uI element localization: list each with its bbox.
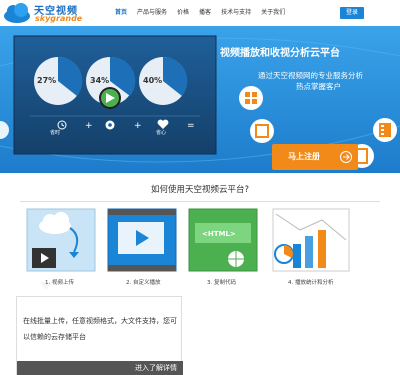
page: 天空视频 skygrande 首页 产品与服务 价格 播客 技术与支持 关于我们… xyxy=(0,0,400,375)
step4-card[interactable] xyxy=(272,208,350,272)
step2-card[interactable] xyxy=(107,208,177,272)
html-tag-label: <HTML> xyxy=(202,230,236,238)
step-detail-callout: 在线批量上传，任意视频格式，大文件支持，您可以信赖的云存储平台 进入了解详情 xyxy=(16,296,183,375)
step2-label: 2. 自定义播放 xyxy=(126,280,161,286)
callout-text: 在线批量上传，任意视频格式，大文件支持，您可以信赖的云存储平台 xyxy=(23,317,177,341)
step3-label: 3. 复制代码 xyxy=(207,280,236,286)
learn-more-link[interactable]: 进入了解详情 xyxy=(135,363,177,373)
step4-label: 4. 播放统计和分析 xyxy=(288,280,334,286)
step3-card[interactable] xyxy=(188,208,258,272)
callout-footer: 进入了解详情 xyxy=(17,361,183,375)
step1-label: 1. 视频上传 xyxy=(45,280,74,286)
step1-card[interactable] xyxy=(26,208,96,272)
